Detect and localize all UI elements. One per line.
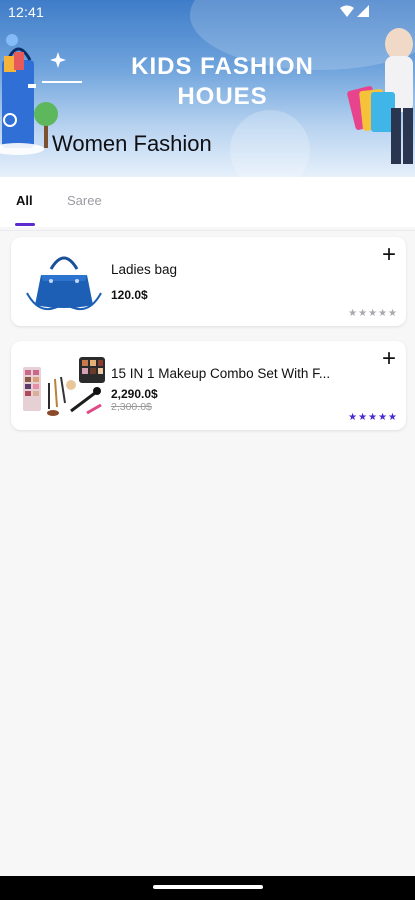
banner-title-line-2: HOUES bbox=[177, 83, 268, 110]
product-price: 2,290.0$ bbox=[111, 387, 158, 401]
handbag-icon bbox=[26, 256, 102, 311]
status-icons bbox=[340, 5, 369, 17]
add-to-cart-plus-icon[interactable]: + bbox=[382, 243, 396, 267]
page-title: Women Fashion bbox=[52, 131, 212, 156]
signal-icon bbox=[357, 5, 369, 17]
banner-decor-circle bbox=[230, 110, 310, 177]
banner-title-line-1: KIDS FASHION bbox=[131, 53, 314, 80]
tab-saree[interactable]: Saree bbox=[67, 193, 102, 208]
status-bar: 12:41 bbox=[0, 0, 415, 25]
product-original-price: 2,300.0$ bbox=[111, 401, 152, 413]
status-time: 12:41 bbox=[8, 4, 45, 20]
product-card[interactable]: Ladies bag 120.0$ + ★★★★★ bbox=[11, 237, 406, 326]
rating-stars: ★★★★★ bbox=[348, 308, 398, 319]
product-name: 15 IN 1 Makeup Combo Set With F... bbox=[111, 366, 331, 381]
home-gesture-handle[interactable] bbox=[153, 885, 263, 889]
rating-stars: ★★★★★ bbox=[348, 412, 398, 423]
makeup-set-icon bbox=[23, 357, 105, 416]
wifi-icon bbox=[340, 5, 354, 17]
banner-title: KIDS FASHION HOUES bbox=[100, 52, 345, 112]
product-name: Ladies bag bbox=[111, 262, 178, 277]
shopper-illustration bbox=[347, 28, 413, 164]
category-tabs: All Saree bbox=[0, 177, 415, 227]
system-navigation-bar bbox=[0, 876, 415, 900]
tab-all[interactable]: All bbox=[16, 193, 33, 208]
divider bbox=[0, 230, 415, 231]
add-to-cart-plus-icon[interactable]: + bbox=[382, 347, 396, 371]
product-price: 120.0$ bbox=[111, 288, 148, 302]
fashion-banner: KIDS FASHION HOUES Women Fashion bbox=[0, 0, 415, 177]
active-tab-indicator bbox=[15, 223, 35, 226]
product-card[interactable]: 15 IN 1 Makeup Combo Set With F... 2,290… bbox=[11, 341, 406, 430]
